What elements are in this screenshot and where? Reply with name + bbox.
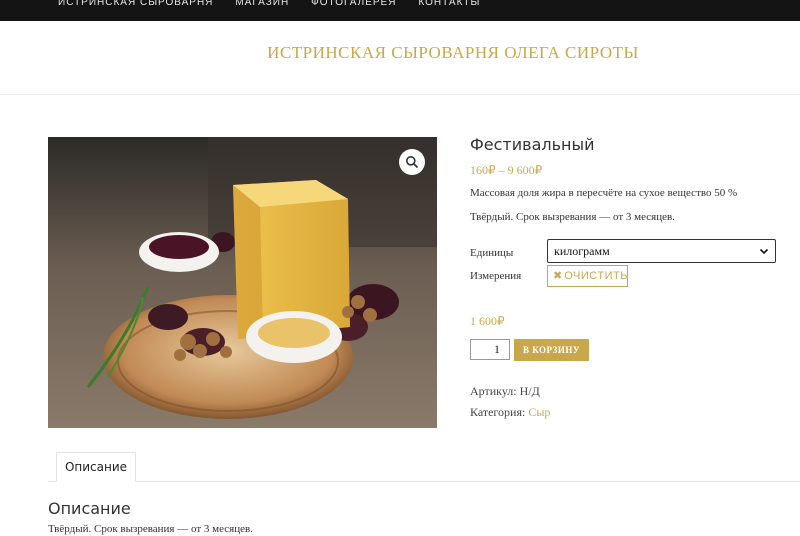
description-heading: Описание	[48, 499, 131, 518]
sku-value: Н/Д	[519, 384, 540, 398]
top-navigation: ИСТРИНСКАЯ СЫРОВАРНЯ МАГАЗИН ФОТОГАЛЕРЕЯ…	[0, 0, 800, 21]
price-range: 160₽ – 9 600₽	[470, 163, 543, 177]
variation-price: 1 600₽	[470, 314, 505, 328]
product-title: Фестивальный	[470, 135, 595, 154]
unit-select-value: килограмм	[554, 243, 610, 258]
nav-item-home[interactable]: ИСТРИНСКАЯ СЫРОВАРНЯ	[58, 0, 213, 8]
nav-item-gallery[interactable]: ФОТОГАЛЕРЕЯ	[311, 0, 396, 8]
variation-label-units: Единицы	[470, 247, 514, 259]
variation-label-measure: Измерения	[470, 270, 522, 282]
unit-select[interactable]: килограмм	[547, 239, 776, 263]
site-title[interactable]: ИСТРИНСКАЯ СЫРОВАРНЯ ОЛЕГА СИРОТЫ	[0, 43, 800, 63]
tab-description[interactable]: Описание	[56, 452, 136, 482]
nav-item-shop[interactable]: МАГАЗИН	[235, 0, 289, 8]
nav-item-contacts[interactable]: КОНТАКТЫ	[418, 0, 480, 8]
cheese-board-illustration	[48, 137, 437, 428]
zoom-button[interactable]	[399, 149, 425, 175]
category-link[interactable]: Сыр	[528, 405, 550, 419]
sku: Артикул: Н/Д	[470, 384, 540, 399]
sku-label: Артикул:	[470, 384, 517, 398]
tab-description-label: Описание	[64, 460, 128, 474]
product-image[interactable]	[48, 137, 437, 428]
site-header: ИСТРИНСКАЯ СЫРОВАРНЯ ОЛЕГА СИРОТЫ	[0, 21, 800, 95]
short-description-aging: Твёрдый. Срок вызревания — от 3 месяцев.	[470, 211, 675, 223]
category-label: Категория:	[470, 405, 526, 419]
add-to-cart-button[interactable]: В КОРЗИНУ	[514, 339, 589, 361]
magnifier-icon	[406, 156, 419, 169]
add-to-cart-label: В КОРЗИНУ	[522, 345, 581, 355]
description-text: Твёрдый. Срок вызревания — от 3 месяцев.	[48, 523, 253, 535]
quantity-value: 1	[494, 342, 500, 356]
category: Категория: Сыр	[470, 405, 550, 420]
short-description-fat: Массовая доля жира в пересчёте на сухое …	[470, 187, 738, 199]
clear-variation-label: ОЧИСТИТЬ	[564, 270, 628, 282]
clear-variation-button[interactable]: ✖ ОЧИСТИТЬ	[547, 265, 628, 287]
quantity-input[interactable]: 1	[470, 339, 510, 360]
tabs-divider	[48, 481, 800, 482]
chevron-down-icon	[759, 248, 769, 255]
close-icon: ✖	[553, 269, 563, 282]
